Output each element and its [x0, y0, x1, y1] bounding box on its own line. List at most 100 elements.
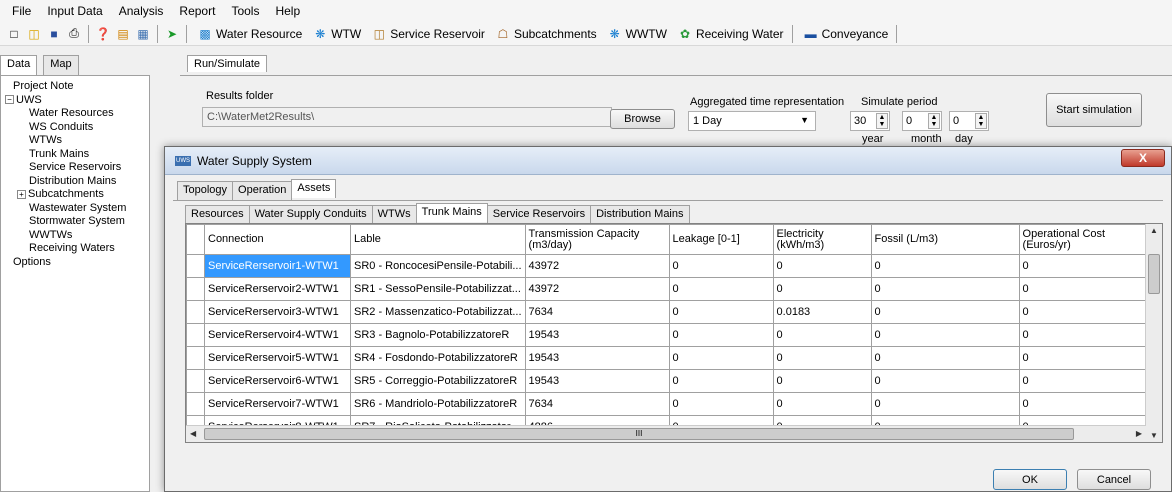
- table-cell[interactable]: 0: [870, 323, 1020, 347]
- column-header-leakage[interactable]: Leakage [0-1]: [668, 224, 774, 255]
- tree-project-note[interactable]: Project Note: [3, 80, 147, 94]
- table-cell[interactable]: 0: [1018, 369, 1156, 393]
- table-cell[interactable]: 0: [668, 323, 774, 347]
- subtab-water-supply-conduits[interactable]: Water Supply Conduits: [248, 205, 373, 224]
- row-header[interactable]: [186, 369, 205, 393]
- subcatchments-button[interactable]: ☖ Subcatchments: [493, 26, 597, 42]
- table-row[interactable]: ServiceRerservoir7-WTW1 SR6 - Mandriolo-P…: [186, 392, 1156, 416]
- table-cell[interactable]: ServiceRerservoir6-WTW1: [204, 369, 351, 393]
- results-folder-input[interactable]: C:\WaterMet2Results\: [202, 107, 612, 127]
- table-cell[interactable]: SR1 - SessoPensile-Potabilizzat...: [350, 277, 526, 301]
- table-cell[interactable]: 19543: [524, 323, 670, 347]
- tab-data[interactable]: Data: [0, 55, 38, 75]
- open-folder-icon[interactable]: ◫: [26, 26, 42, 42]
- collapse-icon[interactable]: −: [5, 95, 14, 105]
- tree-distribution-mains[interactable]: Distribution Mains: [3, 175, 147, 189]
- row-header[interactable]: [186, 323, 205, 347]
- tree-receiving-waters[interactable]: Receiving Waters: [3, 242, 147, 256]
- new-file-icon[interactable]: □: [6, 26, 22, 42]
- tab-run-simulate[interactable]: Run/Simulate: [187, 55, 268, 72]
- scroll-up-icon[interactable]: ▲: [1150, 226, 1158, 235]
- menu-tools[interactable]: Tools: [223, 4, 267, 18]
- wwtw-button[interactable]: ❋ WWTW: [605, 26, 667, 42]
- tree-wwtws[interactable]: WWTWs: [3, 229, 147, 243]
- table-cell[interactable]: 0: [772, 254, 872, 278]
- receiving-water-button[interactable]: ✿ Receiving Water: [675, 26, 784, 42]
- table-cell[interactable]: 19543: [524, 369, 670, 393]
- spinner-arrows-icon[interactable]: ▲ ▼: [876, 113, 888, 129]
- table-cell[interactable]: 0: [870, 300, 1020, 324]
- table-cell[interactable]: 7634: [524, 392, 670, 416]
- row-header[interactable]: [186, 277, 205, 301]
- tab-topology[interactable]: Topology: [177, 181, 234, 200]
- print-icon[interactable]: ⎙: [66, 26, 82, 42]
- table-cell[interactable]: SR2 - Massenzatico-Potabilizzat...: [350, 300, 526, 324]
- table-cell[interactable]: 0: [772, 277, 872, 301]
- table-cell[interactable]: 0: [772, 369, 872, 393]
- table-row[interactable]: ServiceRerservoir4-WTW1 SR3 - Bagnolo-Pot…: [186, 323, 1156, 347]
- column-header-fossil[interactable]: Fossil (L/m3): [870, 224, 1020, 255]
- scroll-down-icon[interactable]: ▼: [1150, 431, 1158, 440]
- subtab-resources[interactable]: Resources: [185, 205, 250, 224]
- tree-options[interactable]: Options: [3, 256, 147, 270]
- subtab-wtws[interactable]: WTWs: [371, 205, 417, 224]
- table-cell[interactable]: 0: [1018, 254, 1156, 278]
- scroll-right-icon[interactable]: ▶: [1136, 429, 1142, 438]
- table-cell[interactable]: 7634: [524, 300, 670, 324]
- row-header[interactable]: [186, 254, 205, 278]
- scroll-left-icon[interactable]: ◀: [190, 429, 196, 438]
- table-cell[interactable]: 0: [1018, 323, 1156, 347]
- column-header-operational-cost[interactable]: Operational Cost (Euros/yr): [1018, 224, 1156, 255]
- subtab-distribution-mains[interactable]: Distribution Mains: [590, 205, 690, 224]
- tree-subcatchments[interactable]: + Subcatchments: [3, 188, 147, 202]
- table-cell[interactable]: 0.0183: [772, 300, 872, 324]
- tree-trunk-mains[interactable]: Trunk Mains: [3, 148, 147, 162]
- table-cell[interactable]: ServiceRerservoir1-WTW1: [204, 254, 351, 278]
- table-cell[interactable]: SR3 - Bagnolo-PotabilizzatoreR: [350, 323, 526, 347]
- tree-uws[interactable]: − UWS: [3, 94, 147, 108]
- menu-input-data[interactable]: Input Data: [39, 4, 110, 18]
- table-cell[interactable]: 0: [870, 392, 1020, 416]
- spinner-arrows-icon[interactable]: ▲ ▼: [975, 113, 987, 129]
- horizontal-scroll-thumb[interactable]: III: [204, 428, 1074, 440]
- table-cell[interactable]: 0: [668, 392, 774, 416]
- vertical-scroll-thumb[interactable]: [1148, 254, 1160, 294]
- tree-ws-conduits[interactable]: WS Conduits: [3, 121, 147, 135]
- column-header-lable[interactable]: Lable: [350, 224, 526, 255]
- table-cell[interactable]: 0: [870, 277, 1020, 301]
- table-cell[interactable]: 0: [1018, 392, 1156, 416]
- table-cell[interactable]: ServiceRerservoir7-WTW1: [204, 392, 351, 416]
- table-cell[interactable]: 0: [772, 323, 872, 347]
- chart-icon[interactable]: ▤: [115, 26, 131, 42]
- table-cell[interactable]: 0: [772, 392, 872, 416]
- table-cell[interactable]: 0: [870, 254, 1020, 278]
- menu-report[interactable]: Report: [171, 4, 223, 18]
- table-cell[interactable]: 19543: [524, 346, 670, 370]
- browse-button[interactable]: Browse: [610, 109, 675, 129]
- table-cell[interactable]: ServiceRerservoir2-WTW1: [204, 277, 351, 301]
- vertical-scrollbar[interactable]: ▲ ▼: [1145, 224, 1162, 442]
- tree-service-reservoirs[interactable]: Service Reservoirs: [3, 161, 147, 175]
- subtab-service-reservoirs[interactable]: Service Reservoirs: [486, 205, 592, 224]
- day-spinner[interactable]: 0 ▲ ▼: [949, 111, 989, 131]
- row-header[interactable]: [186, 346, 205, 370]
- ok-button[interactable]: OK: [993, 469, 1067, 490]
- table-cell[interactable]: 0: [668, 254, 774, 278]
- table-cell[interactable]: ServiceRerservoir4-WTW1: [204, 323, 351, 347]
- close-button[interactable]: X: [1121, 149, 1165, 167]
- column-header-transmission-capacity[interactable]: Transmission Capacity (m3/day): [524, 224, 670, 255]
- table-cell[interactable]: SR6 - Mandriolo-PotabilizzatoreR: [350, 392, 526, 416]
- water-resource-button[interactable]: ▩ Water Resource: [195, 26, 302, 42]
- expand-icon[interactable]: +: [17, 189, 26, 199]
- table-cell[interactable]: 43972: [524, 254, 670, 278]
- service-reservoir-button[interactable]: ◫ Service Reservoir: [369, 26, 485, 42]
- subtab-trunk-mains[interactable]: Trunk Mains: [415, 203, 488, 222]
- table-cell[interactable]: 0: [1018, 277, 1156, 301]
- tab-operation[interactable]: Operation: [232, 181, 293, 200]
- month-spinner[interactable]: 0 ▲ ▼: [902, 111, 942, 131]
- table-cell[interactable]: 0: [772, 346, 872, 370]
- column-header-electricity[interactable]: Electricity (kWh/m3): [772, 224, 872, 255]
- table-cell[interactable]: 0: [668, 300, 774, 324]
- year-spinner[interactable]: 30 ▲ ▼: [850, 111, 890, 131]
- table-row[interactable]: ServiceRerservoir1-WTW1 SR0 - RoncocesiPe…: [186, 254, 1156, 278]
